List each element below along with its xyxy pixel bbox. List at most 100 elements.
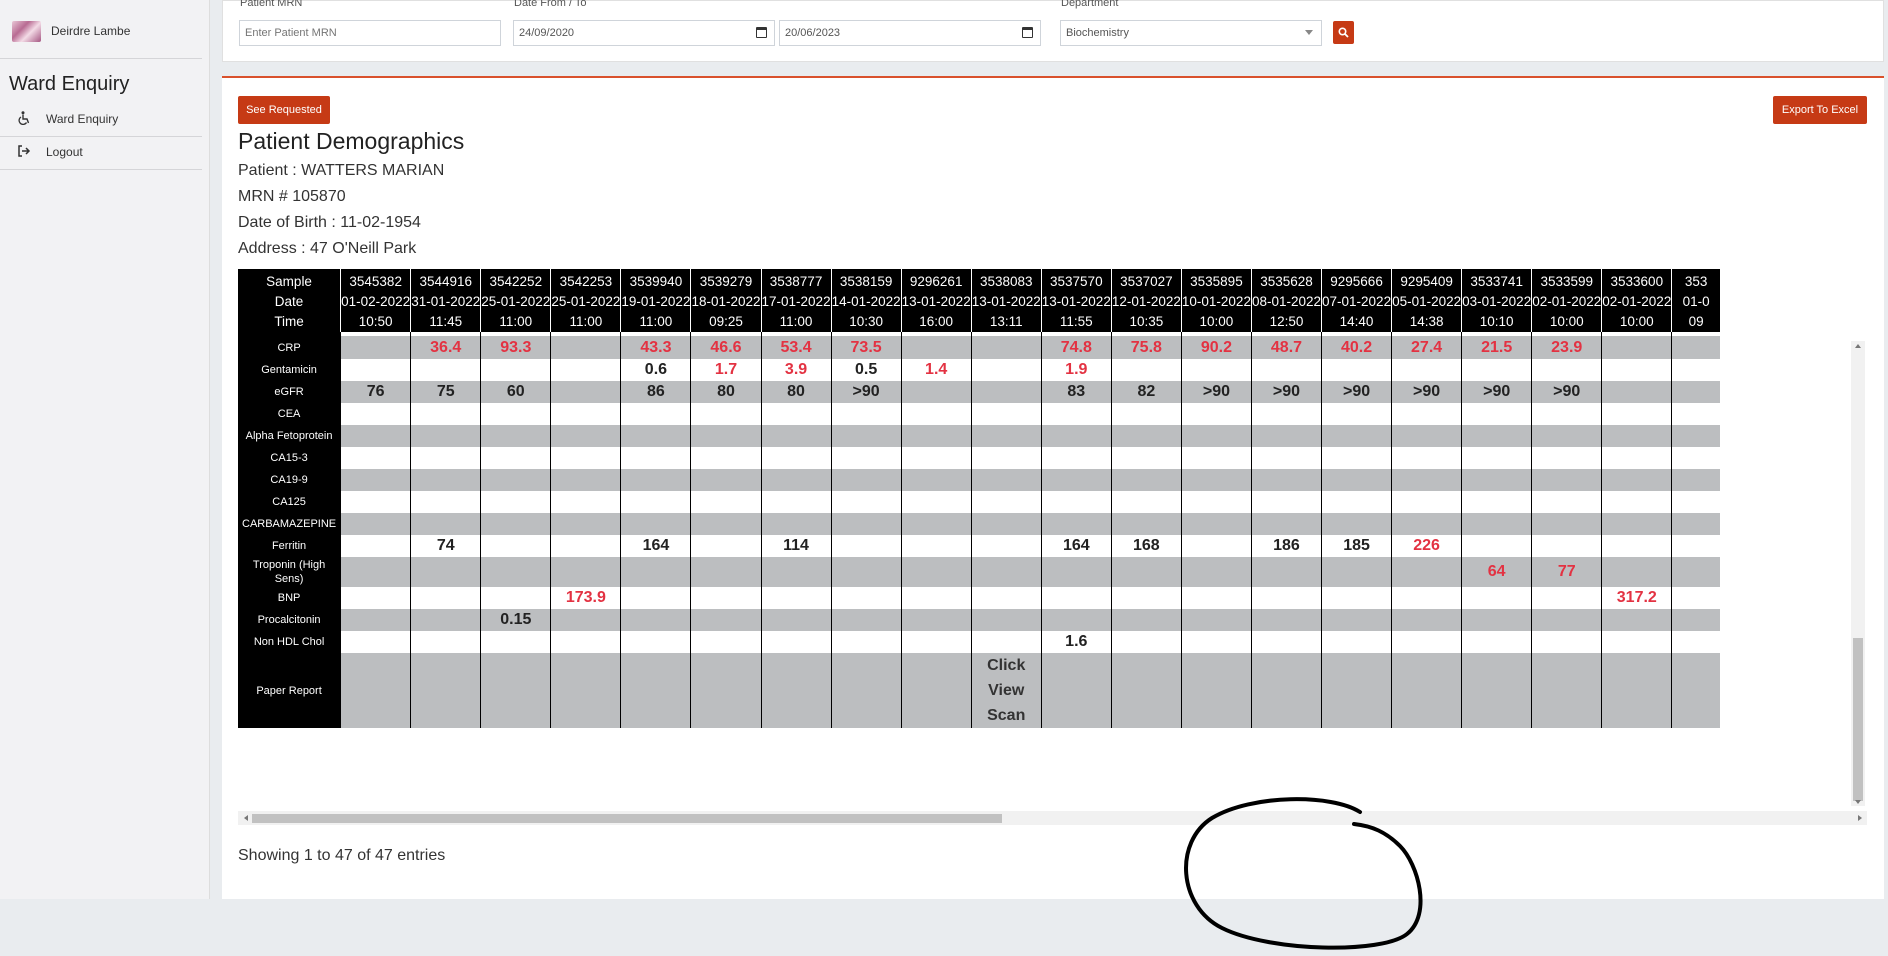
result-cell xyxy=(340,557,411,587)
header-time: 09:25 xyxy=(709,313,743,329)
result-cell xyxy=(1601,425,1672,447)
sample-column-header[interactable]: 3538083 13-01-2022 13:11 xyxy=(970,269,1042,332)
sample-column-header[interactable]: 9296261 13-01-2022 16:00 xyxy=(900,269,972,332)
result-cell xyxy=(1110,653,1182,728)
result-cell xyxy=(410,513,481,535)
result-cell xyxy=(1601,447,1672,469)
horizontal-scroll-thumb[interactable] xyxy=(252,814,1002,823)
result-cell xyxy=(1461,631,1532,653)
result-cell xyxy=(340,491,411,513)
scroll-up-arrow[interactable] xyxy=(1855,344,1861,348)
result-cell xyxy=(760,513,832,535)
result-cell xyxy=(1040,491,1112,513)
table-row: Troponin (High Sens) 64 77 xyxy=(238,557,1720,587)
result-cell xyxy=(1110,403,1182,425)
date-from-input[interactable]: 24/09/2020 xyxy=(513,20,775,46)
results-table-wrap: Sample Date Time 3545382 01-02-2022 10:50 3544… xyxy=(238,269,1867,811)
sample-column-header[interactable]: 3538159 14-01-2022 10:30 xyxy=(830,269,902,332)
result-cell xyxy=(480,425,551,447)
result-cell xyxy=(1391,557,1462,587)
result-cell xyxy=(900,587,972,609)
date-to-input[interactable]: 20/06/2023 xyxy=(779,20,1041,46)
search-button[interactable] xyxy=(1333,21,1354,44)
result-cell xyxy=(480,469,551,491)
header-time: 11:00 xyxy=(499,313,533,329)
sidebar-item-logout[interactable]: Logout xyxy=(14,142,83,162)
result-cell: 75.8 xyxy=(1110,336,1182,359)
result-cell xyxy=(1250,653,1322,728)
export-excel-button[interactable]: Export To Excel xyxy=(1773,96,1867,124)
table-row: BNP 173.9 317.2 xyxy=(238,587,1720,609)
result-cell xyxy=(550,631,621,653)
sample-column-header[interactable]: 3535895 10-01-2022 10:00 xyxy=(1180,269,1252,332)
result-cell xyxy=(1321,513,1392,535)
mrn-input[interactable] xyxy=(245,27,495,39)
see-requested-button[interactable]: See Requested xyxy=(238,96,330,124)
result-cell: 186 xyxy=(1250,535,1322,557)
sample-column-header[interactable]: 3537027 12-01-2022 10:35 xyxy=(1110,269,1182,332)
sample-column-header[interactable]: 3539279 18-01-2022 09:25 xyxy=(690,269,762,332)
result-cell: 23.9 xyxy=(1531,336,1602,359)
sample-column-header[interactable]: 3542253 25-01-2022 11:00 xyxy=(550,269,621,332)
result-cell xyxy=(620,513,691,535)
result-cell xyxy=(690,609,762,631)
result-cell xyxy=(830,513,902,535)
result-cell xyxy=(550,381,621,403)
department-select[interactable]: Biochemistry xyxy=(1060,20,1322,46)
result-cell xyxy=(1180,447,1252,469)
row-label: CA125 xyxy=(238,491,341,513)
text-line: Time xyxy=(274,313,304,329)
sidebar-item-ward-enquiry[interactable]: Ward Enquiry xyxy=(14,109,118,129)
sidebar-heading: Ward Enquiry xyxy=(9,73,130,95)
sample-column-header[interactable]: 3545382 01-02-2022 10:50 xyxy=(340,269,411,332)
scroll-left-arrow[interactable] xyxy=(244,815,248,821)
sample-column-header[interactable]: 3544916 31-01-2022 11:45 xyxy=(410,269,481,332)
sample-column-header[interactable]: 3533741 03-01-2022 10:10 xyxy=(1461,269,1532,332)
result-cell xyxy=(830,557,902,587)
user-profile[interactable]: Deirdre Lambe xyxy=(12,18,130,44)
result-cell xyxy=(690,469,762,491)
header-time: 14:38 xyxy=(1409,313,1444,329)
sample-column-header[interactable]: 353 01-0 09 xyxy=(1671,269,1720,332)
sidebar-divider xyxy=(0,136,202,137)
result-cell xyxy=(1391,653,1462,728)
result-cell xyxy=(1250,447,1322,469)
scroll-right-arrow[interactable] xyxy=(1858,815,1862,821)
result-cell: 48.7 xyxy=(1250,336,1322,359)
sample-column-header[interactable]: 9295409 05-01-2022 14:38 xyxy=(1391,269,1462,332)
table-body: CRP 36.4 93.3 43.3 46.6 53.4 73.5 74.8 75.8 90.2 4… xyxy=(238,332,1720,728)
calendar-icon[interactable] xyxy=(1022,27,1033,38)
sample-column-header[interactable]: 3533600 02-01-2022 10:00 xyxy=(1601,269,1672,332)
sample-column-header[interactable]: 9295666 07-01-2022 14:40 xyxy=(1321,269,1392,332)
sample-column-header[interactable]: 3542252 25-01-2022 11:00 xyxy=(480,269,551,332)
sample-column-header[interactable]: 3533599 02-01-2022 10:00 xyxy=(1531,269,1602,332)
sample-column-header[interactable]: 3538777 17-01-2022 11:00 xyxy=(760,269,832,332)
calendar-icon[interactable] xyxy=(756,27,767,38)
result-cell xyxy=(1601,609,1672,631)
result-cell xyxy=(1110,631,1182,653)
result-cell xyxy=(340,359,411,381)
result-cell xyxy=(1671,631,1720,653)
header-time: 14:40 xyxy=(1339,313,1374,329)
result-cell xyxy=(1321,609,1392,631)
row-label: CA15-3 xyxy=(238,447,341,469)
result-cell xyxy=(1391,631,1462,653)
scroll-down-arrow[interactable] xyxy=(1855,800,1861,804)
result-cell xyxy=(620,425,691,447)
header-sample: 3537570 xyxy=(1050,273,1103,289)
header-date: 31-01-2022 xyxy=(411,293,481,309)
sample-column-header[interactable]: 3535628 08-01-2022 12:50 xyxy=(1250,269,1322,332)
result-cell: 317.2 xyxy=(1601,587,1672,609)
result-cell xyxy=(1180,653,1252,728)
sample-column-header[interactable]: 3539940 19-01-2022 11:00 xyxy=(620,269,691,332)
text-line: Click xyxy=(987,657,1026,674)
result-cell xyxy=(900,336,972,359)
sample-column-header[interactable]: 3537570 13-01-2022 11:55 xyxy=(1040,269,1112,332)
vertical-scroll-thumb[interactable] xyxy=(1853,638,1863,801)
patient-mrn: MRN # 105870 xyxy=(238,188,346,205)
result-cell xyxy=(1461,469,1532,491)
result-cell xyxy=(760,425,832,447)
click-view-scan-link[interactable]: Click View Scan xyxy=(970,653,1042,728)
row-label: Alpha Fetoprotein xyxy=(238,425,341,447)
result-cell xyxy=(1671,653,1720,728)
